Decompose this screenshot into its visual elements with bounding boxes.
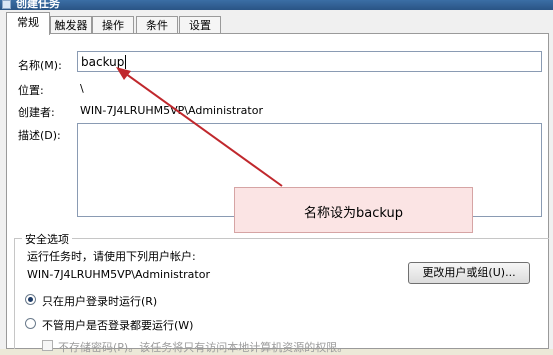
security-options-title: 安全选项 — [22, 231, 72, 247]
annotation-text: 名称设为backup — [304, 206, 403, 221]
tab-general[interactable]: 常规 — [6, 12, 50, 35]
radio-logged-on-only-label[interactable]: 只在用户登录时运行(R) — [42, 293, 157, 309]
radio-whether-logged-on[interactable] — [25, 318, 36, 329]
do-not-store-password-label[interactable]: 不存储密码(P)。该任务将只有访问本地计算机资源的权限。 — [58, 339, 348, 355]
annotation-callout: 名称设为backup — [234, 187, 473, 233]
radio-logged-on-only[interactable] — [25, 294, 36, 305]
do-not-store-password-checkbox[interactable] — [42, 340, 53, 351]
radio-whether-logged-on-label[interactable]: 不管用户是否登录都要运行(W) — [42, 317, 193, 333]
run-as-account: WIN-7J4LRUHM5VP\Administrator — [27, 268, 210, 281]
change-user-button[interactable]: 更改用户或组(U)... — [408, 262, 530, 284]
run-as-label: 运行任务时，请使用下列用户帐户: — [27, 250, 196, 263]
